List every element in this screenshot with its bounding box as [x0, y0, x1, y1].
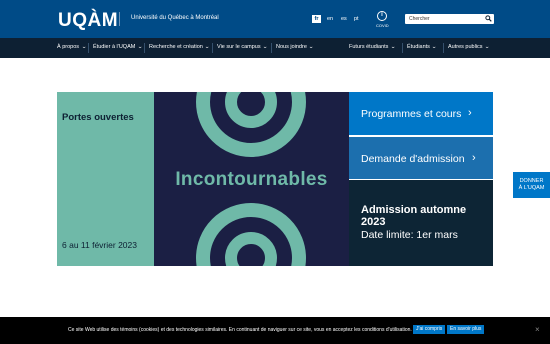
chevron-down-icon: ⌄	[308, 44, 315, 50]
nav-item-nous-joindre[interactable]: Nous joindre ⌄	[276, 44, 314, 50]
incontournables-headline: Incontournables	[175, 169, 328, 190]
chevron-down-icon: ⌄	[484, 44, 490, 50]
nav-label: Futurs étudiants	[349, 44, 389, 50]
nav-divider	[88, 43, 89, 53]
donate-label-line2: À L'UQAM	[518, 184, 545, 191]
admission-automne-panel[interactable]: Admission automne 2023 Date limite: 1er …	[349, 180, 493, 266]
chevron-down-icon: ⌄	[80, 44, 87, 50]
nav-divider	[271, 43, 272, 53]
covid-label[interactable]: COVID	[376, 23, 389, 28]
search-icon[interactable]	[485, 15, 492, 22]
nav-label: À propos	[57, 44, 80, 50]
lang-en-link[interactable]: en	[327, 16, 333, 22]
chevron-down-icon: ⌄	[137, 44, 143, 50]
nav-label: Nous joindre	[276, 44, 307, 50]
lang-pt-link[interactable]: pt	[354, 16, 359, 22]
admission-automne-title: Admission automne 2023	[361, 204, 467, 228]
nav-item-etudiants[interactable]: Étudiants ⌄	[407, 44, 437, 50]
nav-item-autres-publics[interactable]: Autres publics ⌄	[448, 44, 490, 50]
uqam-logo[interactable]: UQÀM	[58, 10, 118, 32]
cookie-banner: Ce site Web utilise des témoins (cookies…	[0, 317, 550, 344]
logo-divider	[119, 12, 120, 26]
nav-label: Étudiants	[407, 44, 430, 50]
cookie-accept-button[interactable]: J'ai compris	[413, 325, 446, 334]
cookie-message: Ce site Web utilise des témoins (cookies…	[68, 327, 412, 333]
portes-ouvertes-title: Portes ouvertes	[62, 112, 134, 123]
chevron-down-icon: ⌄	[390, 44, 396, 50]
nav-label: Étudier à l'UQAM	[93, 44, 136, 50]
nav-item-a-propos[interactable]: À propos ⌄	[57, 44, 86, 50]
incontournables-panel[interactable]: Incontournables	[154, 92, 349, 266]
banner-links-panel: Programmes et cours › Demande d'admissio…	[349, 92, 493, 266]
chevron-down-icon: ⌄	[262, 44, 268, 50]
nav-divider	[144, 43, 145, 53]
donate-button[interactable]: DONNER À L'UQAM	[513, 172, 550, 198]
close-icon[interactable]: ×	[535, 325, 540, 334]
nav-divider	[443, 43, 444, 53]
top-header: UQÀM Université du Québec à Montréal fr …	[0, 0, 550, 38]
nav-item-vie-campus[interactable]: Vie sur le campus ⌄	[217, 44, 268, 50]
admission-button[interactable]: Demande d'admission ›	[349, 137, 493, 179]
admission-label: Demande d'admission	[361, 153, 465, 165]
nav-divider	[402, 43, 403, 53]
nav-label: Recherche et création	[149, 44, 203, 50]
hero-banner: Portes ouvertes 6 au 11 février 2023 Inc…	[57, 92, 493, 266]
programmes-label: Programmes et cours	[361, 108, 462, 120]
chevron-right-icon: ›	[468, 107, 472, 119]
nav-label: Autres publics	[448, 44, 483, 50]
search-input[interactable]	[409, 15, 479, 23]
cookie-learn-more-button[interactable]: En savoir plus	[447, 325, 485, 334]
portes-ouvertes-panel[interactable]: Portes ouvertes 6 au 11 février 2023	[57, 92, 154, 266]
nav-label: Vie sur le campus	[217, 44, 261, 50]
chevron-right-icon: ›	[472, 152, 476, 164]
search-box	[405, 14, 494, 24]
chevron-down-icon: ⌄	[431, 44, 438, 50]
lang-fr-link[interactable]: fr	[312, 15, 321, 23]
info-icon[interactable]: i	[377, 11, 387, 21]
nav-item-recherche[interactable]: Recherche et création ⌄	[149, 44, 210, 50]
chevron-down-icon: ⌄	[204, 44, 211, 50]
main-nav: À propos ⌄ Étudier à l'UQAM ⌄ Recherche …	[0, 38, 550, 58]
nav-divider	[212, 43, 213, 53]
portes-ouvertes-dates: 6 au 11 février 2023	[62, 240, 137, 250]
nav-item-etudier[interactable]: Étudier à l'UQAM ⌄	[93, 44, 143, 50]
university-name[interactable]: Université du Québec à Montréal	[131, 15, 219, 21]
nav-item-futurs-etudiants[interactable]: Futurs étudiants ⌄	[349, 44, 396, 50]
programmes-button[interactable]: Programmes et cours ›	[349, 92, 493, 135]
lang-es-link[interactable]: es	[341, 16, 347, 22]
admission-deadline: Date limite: 1er mars	[361, 229, 458, 241]
